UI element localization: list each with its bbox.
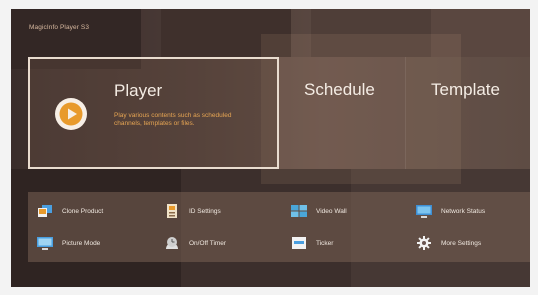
template-title: Template xyxy=(431,80,500,99)
app-title: MagicInfo Player S3 xyxy=(29,24,90,31)
network-status-icon xyxy=(416,205,432,218)
schedule-title: Schedule xyxy=(304,80,375,99)
video-wall-button[interactable]: Video Wall xyxy=(291,203,347,219)
schedule-card[interactable]: Schedule xyxy=(279,57,405,169)
screen: MagicInfo Player S3 Player Play various … xyxy=(11,9,530,287)
player-title: Player xyxy=(114,81,163,100)
network-status-button[interactable]: Network Status xyxy=(416,203,485,219)
tools-panel: Clone Product ID Settings Video Wall Net… xyxy=(28,192,530,262)
clone-product-button[interactable]: Clone Product xyxy=(37,203,103,219)
more-settings-label: More Settings xyxy=(441,239,482,247)
id-settings-button[interactable]: ID Settings xyxy=(164,203,221,219)
template-card[interactable]: Template xyxy=(405,57,530,169)
id-settings-label: ID Settings xyxy=(189,207,221,215)
picture-mode-button[interactable]: Picture Mode xyxy=(37,235,100,251)
network-status-label: Network Status xyxy=(441,207,486,215)
video-wall-label: Video Wall xyxy=(316,207,347,215)
video-wall-icon xyxy=(291,205,307,217)
ticker-label: Ticker xyxy=(316,239,334,247)
player-description: Play various contents such as scheduled … xyxy=(114,112,232,127)
picture-mode-label: Picture Mode xyxy=(62,239,101,247)
player-card[interactable]: Player Play various contents such as sch… xyxy=(28,57,279,169)
ticker-icon xyxy=(292,237,306,249)
gear-icon xyxy=(417,236,431,250)
on-off-timer-button[interactable]: On/Off Timer xyxy=(164,235,226,251)
id-settings-icon xyxy=(167,204,177,218)
play-icon xyxy=(55,98,87,130)
on-off-timer-label: On/Off Timer xyxy=(189,239,227,247)
ticker-button[interactable]: Ticker xyxy=(291,235,333,251)
picture-mode-icon xyxy=(37,237,53,250)
clone-product-label: Clone Product xyxy=(62,207,104,215)
more-settings-button[interactable]: More Settings xyxy=(416,235,481,251)
timer-icon xyxy=(166,237,178,249)
clone-product-icon xyxy=(38,205,52,217)
